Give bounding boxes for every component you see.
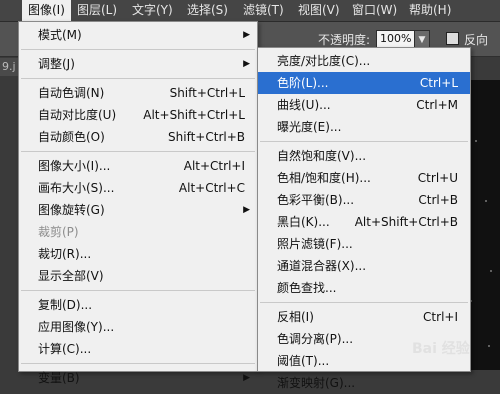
adjustments-submenu: 亮度/对比度(C)... 色阶(L)... Ctrl+L 曲线(U)... Ctrl… <box>257 47 471 390</box>
menu-separator <box>21 78 255 79</box>
menu-item-curves[interactable]: 曲线(U)... Ctrl+M <box>258 94 470 116</box>
menu-item-mode[interactable]: 模式(M) ▶ <box>19 24 257 46</box>
watermark-logo: Bai 经验 <box>412 341 470 357</box>
menu-item-gradient-map[interactable]: 渐变映射(G)... <box>258 372 470 394</box>
menu-separator <box>260 302 468 303</box>
menu-help[interactable]: 帮助(H) <box>403 0 457 21</box>
menu-item-brightness-contrast[interactable]: 亮度/对比度(C)... <box>258 50 470 72</box>
submenu-arrow-icon: ▶ <box>243 205 250 215</box>
menu-window[interactable]: 窗口(W) <box>346 0 403 21</box>
menu-item-image-size[interactable]: 图像大小(I)... Alt+Ctrl+I <box>19 155 257 177</box>
reverse-checkbox[interactable] <box>446 32 459 45</box>
menu-item-image-rotation[interactable]: 图像旋转(G) ▶ <box>19 199 257 221</box>
menu-select[interactable]: 选择(S) <box>181 0 234 21</box>
menu-item-canvas-size[interactable]: 画布大小(S)... Alt+Ctrl+C <box>19 177 257 199</box>
image-menu: 模式(M) ▶ 调整(J) ▶ 自动色调(N) Shift+Ctrl+L 自动对比度(… <box>18 21 258 385</box>
menu-separator <box>260 141 468 142</box>
menu-item-duplicate[interactable]: 复制(D)... <box>19 294 257 316</box>
submenu-arrow-icon: ▶ <box>243 59 250 69</box>
menu-item-auto-tone[interactable]: 自动色调(N) Shift+Ctrl+L <box>19 82 257 104</box>
menu-item-color-lookup[interactable]: 颜色查找... <box>258 277 470 299</box>
menu-separator <box>21 151 255 152</box>
menu-separator <box>21 363 255 364</box>
menu-item-exposure[interactable]: 曝光度(E)... <box>258 116 470 138</box>
reverse-label: 反向 <box>464 33 489 47</box>
menu-item-vibrance[interactable]: 自然饱和度(V)... <box>258 145 470 167</box>
menu-item-auto-contrast[interactable]: 自动对比度(U) Alt+Shift+Ctrl+L <box>19 104 257 126</box>
menu-item-color-balance[interactable]: 色彩平衡(B)... Ctrl+B <box>258 189 470 211</box>
menu-filter[interactable]: 滤镜(T) <box>237 0 290 21</box>
menu-item-channel-mixer[interactable]: 通道混合器(X)... <box>258 255 470 277</box>
menu-item-photo-filter[interactable]: 照片滤镜(F)... <box>258 233 470 255</box>
menu-item-auto-color[interactable]: 自动颜色(O) Shift+Ctrl+B <box>19 126 257 148</box>
submenu-arrow-icon: ▶ <box>243 30 250 40</box>
menu-item-levels[interactable]: 色阶(L)... Ctrl+L <box>258 72 470 94</box>
menu-separator <box>21 49 255 50</box>
menu-item-hue-saturation[interactable]: 色相/饱和度(H)... Ctrl+U <box>258 167 470 189</box>
menu-item-invert[interactable]: 反相(I) Ctrl+I <box>258 306 470 328</box>
menu-item-calculations[interactable]: 计算(C)... <box>19 338 257 360</box>
menu-item-adjustments[interactable]: 调整(J) ▶ <box>19 53 257 75</box>
menu-separator <box>21 290 255 291</box>
menu-item-trim[interactable]: 裁切(R)... <box>19 243 257 265</box>
menu-item-crop: 裁剪(P) <box>38 225 79 239</box>
menu-layer[interactable]: 图层(L) <box>71 0 123 21</box>
opacity-input[interactable]: 100% <box>376 30 415 48</box>
menu-item-apply-image[interactable]: 应用图像(Y)... <box>19 316 257 338</box>
document-tab[interactable]: 9.j <box>0 58 20 76</box>
submenu-arrow-icon: ▶ <box>243 373 250 383</box>
menu-item-variables[interactable]: 变量(B) ▶ <box>19 367 257 389</box>
menu-item-reveal-all[interactable]: 显示全部(V) <box>19 265 257 287</box>
menu-type[interactable]: 文字(Y) <box>126 0 179 21</box>
opacity-label: 不透明度: <box>318 33 371 47</box>
menu-image[interactable]: 图像(I) <box>22 0 71 21</box>
menu-view[interactable]: 视图(V) <box>292 0 346 21</box>
menu-bar: 图像(I) 图层(L) 文字(Y) 选择(S) 滤镜(T) 视图(V) 窗口(W… <box>0 0 500 22</box>
menu-item-black-white[interactable]: 黑白(K)... Alt+Shift+Ctrl+B <box>258 211 470 233</box>
